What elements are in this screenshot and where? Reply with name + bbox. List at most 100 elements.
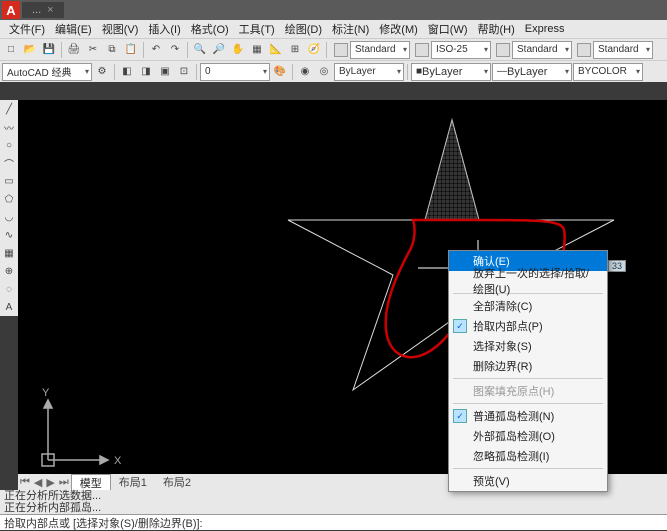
mleader-style-icon[interactable]: [577, 43, 591, 57]
tool-button[interactable]: ◌: [0, 280, 18, 298]
zoom-button[interactable]: 🔎: [210, 41, 228, 59]
tab-nav-last[interactable]: ⏭: [57, 476, 71, 489]
command-line[interactable]: 拾取内部点或 [选择对象(S)/删除边界(B)]:: [0, 514, 667, 530]
pan-button[interactable]: ✋: [229, 41, 247, 59]
layout1-tab[interactable]: 布局1: [111, 474, 155, 490]
tool-button[interactable]: ∿: [0, 226, 18, 244]
tab-nav-first[interactable]: ⏮: [18, 476, 32, 489]
title-tab-label: ...: [32, 4, 41, 16]
tool-button[interactable]: ⊡: [175, 63, 193, 81]
tool-button[interactable]: ▦: [248, 41, 266, 59]
mleader-style-dropdown[interactable]: Standard: [593, 41, 653, 59]
text-style-box: Standard: [334, 41, 410, 59]
menu-edit[interactable]: 编辑(E): [50, 21, 97, 37]
separator: [143, 42, 144, 58]
menu-file[interactable]: 文件(F): [4, 21, 50, 37]
context-item-label: 普通孤岛检测(N): [473, 408, 554, 424]
new-button[interactable]: □: [2, 41, 20, 59]
context-menu: 确认(E)放弃上一次的选择/拾取/绘图(U)全部清除(C)✓拾取内部点(P)选择…: [448, 250, 608, 492]
context-item-label: 删除边界(R): [473, 358, 532, 374]
tool-button[interactable]: 🎨: [271, 63, 289, 81]
context-item[interactable]: 放弃上一次的选择/拾取/绘图(U): [449, 271, 607, 291]
tool-button[interactable]: 📐: [267, 41, 285, 59]
table-style-icon[interactable]: [496, 43, 510, 57]
color-dropdown[interactable]: ■ ByLayer: [411, 63, 491, 81]
context-item[interactable]: ✓ 普通孤岛检测(N): [449, 406, 607, 426]
tool-button[interactable]: ◉: [296, 63, 314, 81]
linetype-dropdown[interactable]: — ByLayer: [492, 63, 572, 81]
hatch-tool[interactable]: ▦: [0, 244, 18, 262]
cut-button[interactable]: ✂: [84, 41, 102, 59]
table-style-dropdown[interactable]: Standard: [512, 41, 572, 59]
menu-format[interactable]: 格式(O): [186, 21, 234, 37]
tab-nav-next[interactable]: ▶: [44, 476, 56, 489]
find-button[interactable]: 🔍: [191, 41, 209, 59]
context-item[interactable]: 预览(V): [449, 471, 607, 491]
layerstate-dropdown[interactable]: ByLayer: [334, 63, 404, 81]
open-button[interactable]: 📂: [21, 41, 39, 59]
context-item-label: 放弃上一次的选择/拾取/绘图(U): [473, 265, 599, 297]
text-style-dropdown[interactable]: Standard: [350, 41, 410, 59]
separator: [407, 64, 408, 80]
rect-tool[interactable]: ▭: [0, 172, 18, 190]
lineweight-dropdown[interactable]: BYCOLOR: [573, 63, 643, 81]
workspace-dropdown[interactable]: AutoCAD 经典: [2, 63, 92, 81]
menu-view[interactable]: 视图(V): [97, 21, 144, 37]
tab-nav-prev[interactable]: ◀: [32, 476, 44, 489]
copy-button[interactable]: ⧉: [103, 41, 121, 59]
check-icon: ✓: [453, 409, 467, 423]
toolbar-standard: □ 📂 💾 🖨 ✂ ⧉ 📋 ↶ ↷ 🔍 🔎 ✋ ▦ 📐 ⊞ 🧭 Standard…: [0, 38, 667, 60]
layout2-tab[interactable]: 布局2: [155, 474, 199, 490]
menu-window[interactable]: 窗口(W): [423, 21, 473, 37]
dim-style-box: ISO-25: [415, 41, 491, 59]
menu-insert[interactable]: 插入(I): [143, 21, 185, 37]
print-button[interactable]: 🖨: [65, 41, 83, 59]
context-item[interactable]: 全部清除(C): [449, 296, 607, 316]
save-button[interactable]: 💾: [40, 41, 58, 59]
context-item[interactable]: 选择对象(S): [449, 336, 607, 356]
context-item-label: 预览(V): [473, 473, 510, 489]
menu-tools[interactable]: 工具(T): [234, 21, 280, 37]
linetype-label: ByLayer: [507, 66, 547, 78]
menu-help[interactable]: 帮助(H): [473, 21, 520, 37]
model-tab[interactable]: 模型: [71, 474, 111, 491]
text-style-icon[interactable]: [334, 43, 348, 57]
menu-draw[interactable]: 绘图(D): [280, 21, 327, 37]
polyline-tool[interactable]: 〰: [0, 118, 18, 136]
toolbar-layers: AutoCAD 经典 ⚙ ◧ ◨ ▣ ⊡ 0 🎨 ◉ ◎ ByLayer ■ B…: [0, 60, 667, 82]
context-item-label: 选择对象(S): [473, 338, 532, 354]
tool-button[interactable]: ◡: [0, 208, 18, 226]
context-item[interactable]: 外部孤岛检测(O): [449, 426, 607, 446]
layer-dropdown[interactable]: 0: [200, 63, 270, 81]
circle-tool[interactable]: ○: [0, 136, 18, 154]
arc-tool[interactable]: ⌒: [0, 154, 18, 172]
tool-button[interactable]: ⚙: [93, 63, 111, 81]
dim-style-dropdown[interactable]: ISO-25: [431, 41, 491, 59]
line-tool[interactable]: ╱: [0, 100, 18, 118]
undo-button[interactable]: ↶: [147, 41, 165, 59]
menu-dim[interactable]: 标注(N): [327, 21, 374, 37]
separator: [292, 64, 293, 80]
menu-modify[interactable]: 修改(M): [374, 21, 423, 37]
tool-button[interactable]: 🧭: [305, 41, 323, 59]
tool-button[interactable]: ◎: [315, 63, 333, 81]
color-label: ByLayer: [422, 66, 462, 78]
text-tool[interactable]: A: [0, 298, 18, 316]
tool-button[interactable]: ◨: [137, 63, 155, 81]
context-separator: [453, 468, 603, 469]
tool-button[interactable]: ◧: [118, 63, 136, 81]
menu-express[interactable]: Express: [520, 23, 570, 35]
tab-close-icon[interactable]: ×: [47, 4, 53, 16]
paste-button[interactable]: 📋: [122, 41, 140, 59]
tool-button[interactable]: ⊕: [0, 262, 18, 280]
context-item[interactable]: 忽略孤岛检测(I): [449, 446, 607, 466]
tool-button[interactable]: ⬠: [0, 190, 18, 208]
context-item[interactable]: 删除边界(R): [449, 356, 607, 376]
tool-button[interactable]: ⊞: [286, 41, 304, 59]
tool-button[interactable]: ▣: [156, 63, 174, 81]
redo-button[interactable]: ↷: [166, 41, 184, 59]
context-item[interactable]: ✓拾取内部点(P): [449, 316, 607, 336]
dimension-tag: 33: [608, 260, 626, 272]
title-tab[interactable]: ... ×: [22, 2, 64, 18]
dim-style-icon[interactable]: [415, 43, 429, 57]
